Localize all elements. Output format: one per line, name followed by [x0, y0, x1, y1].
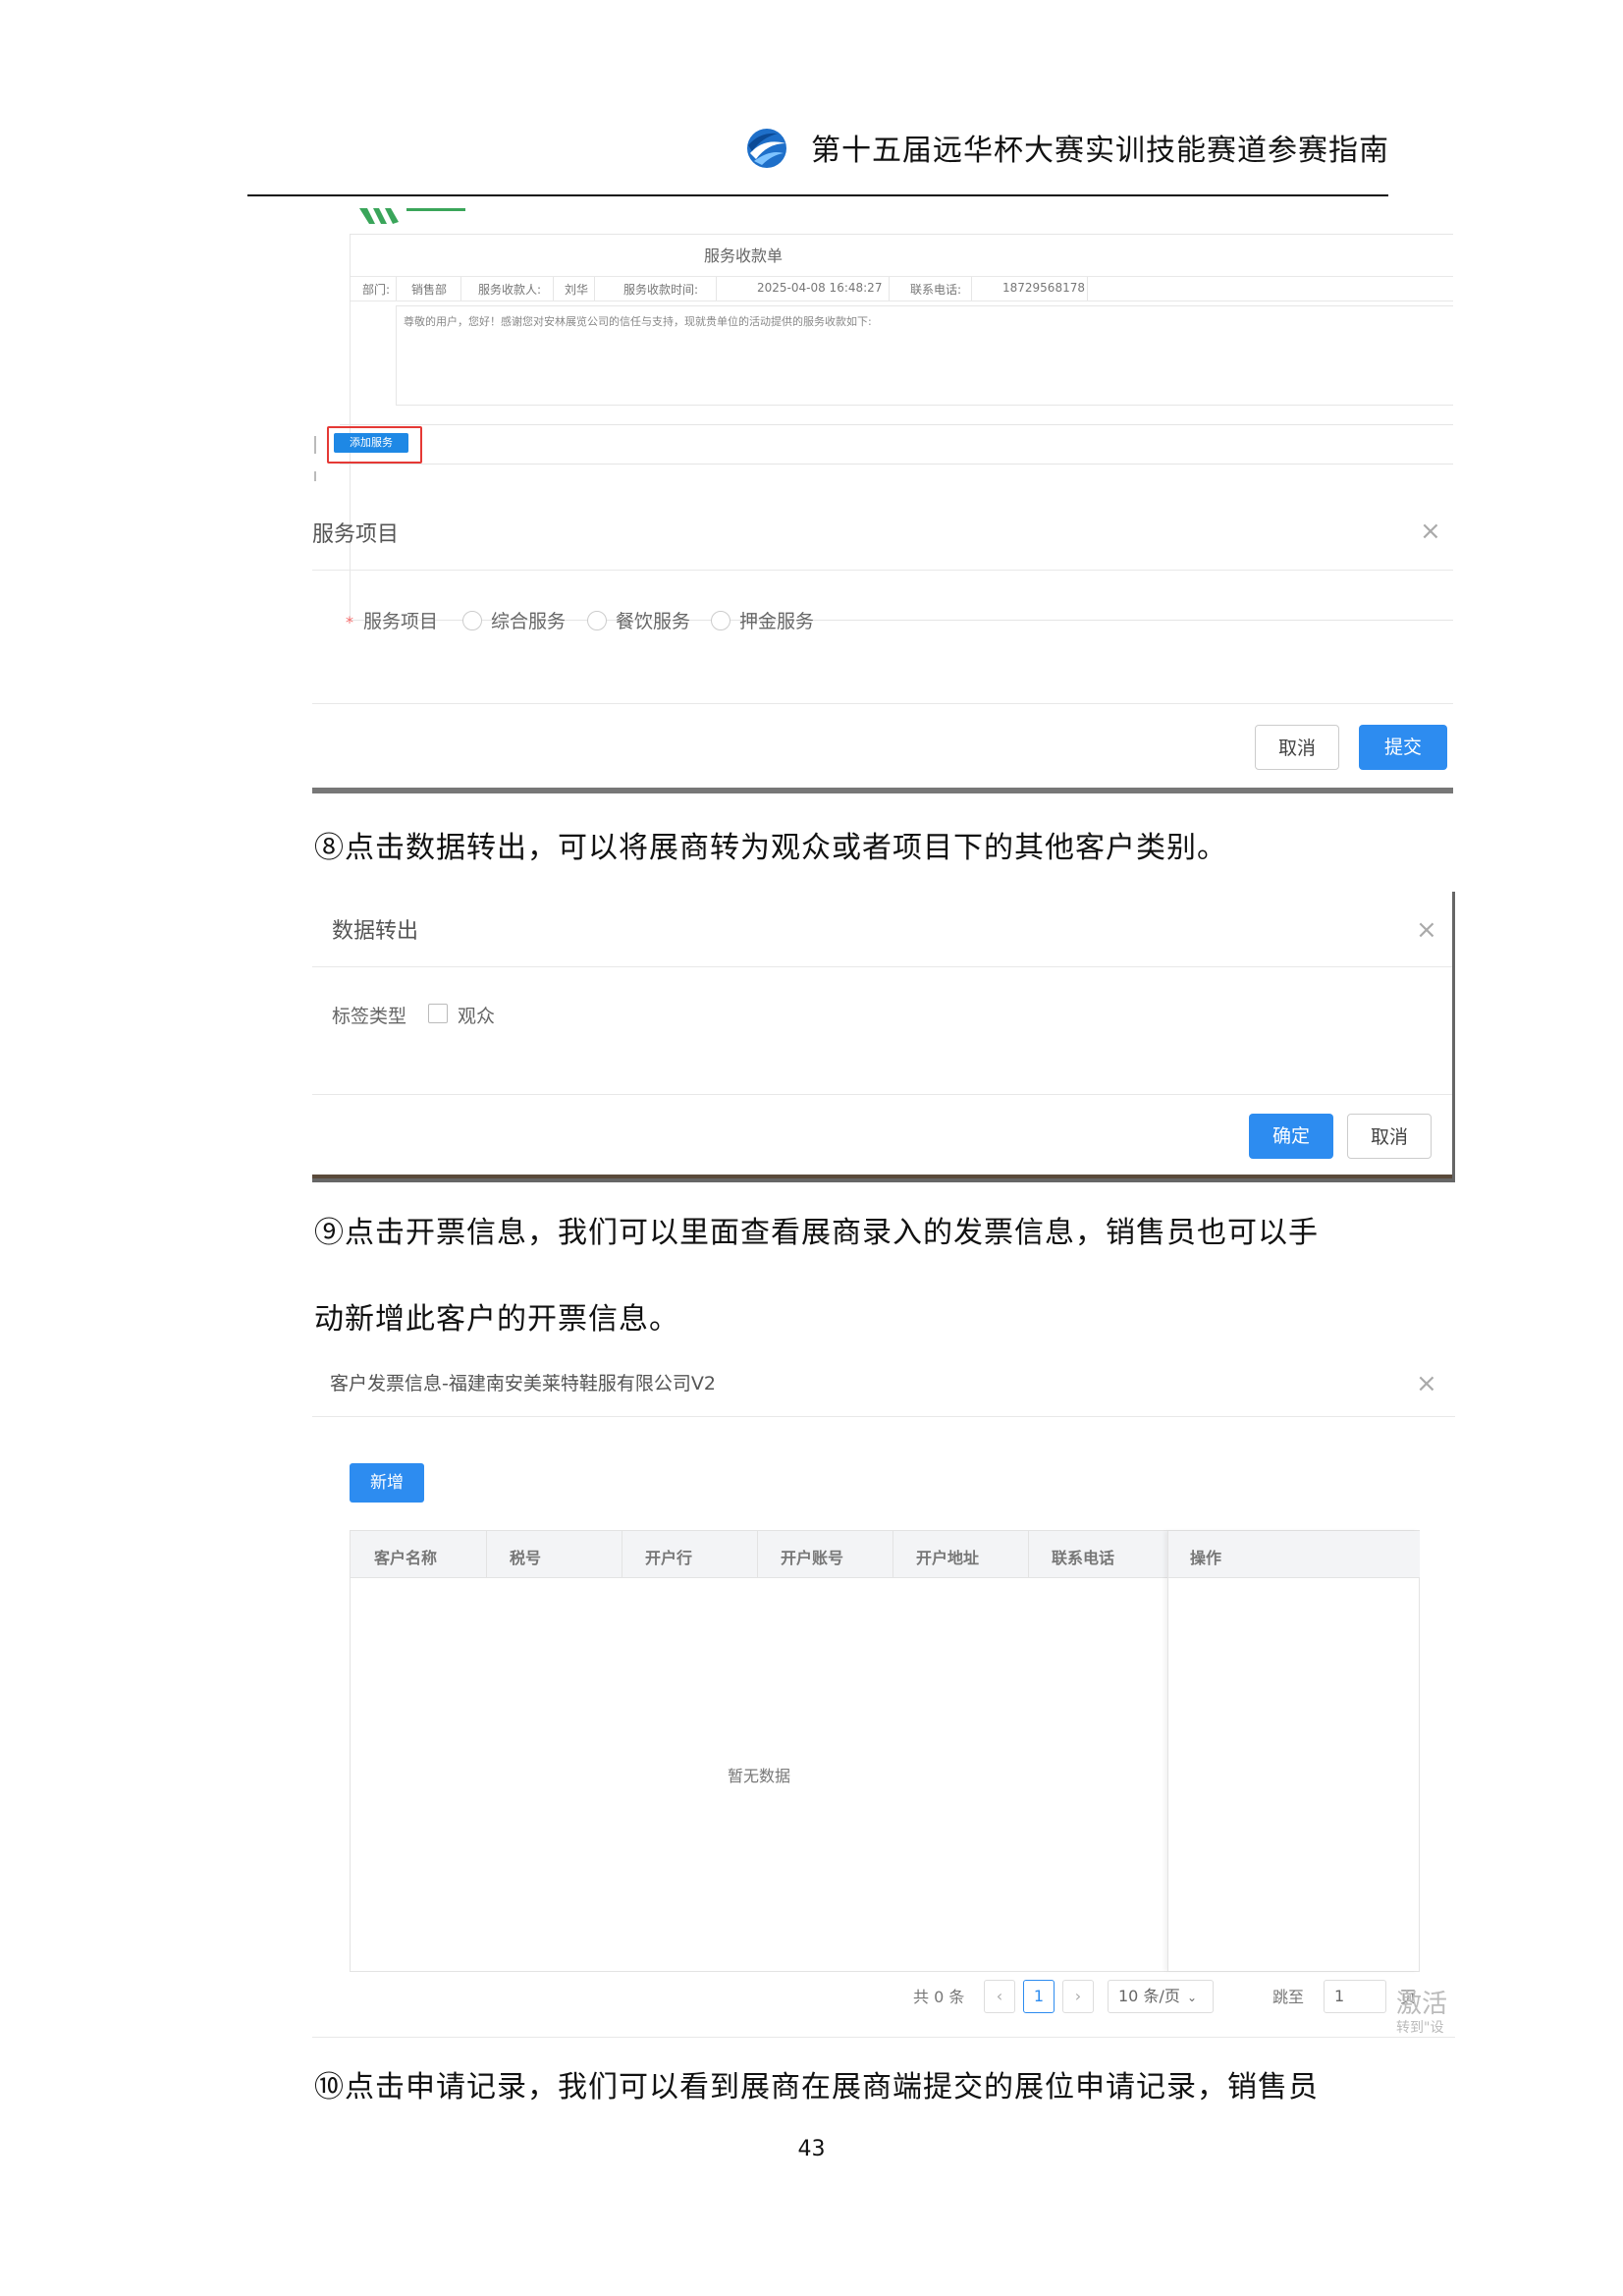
divider — [312, 2037, 1455, 2038]
activation-watermark-sub: 转到"设 — [1396, 2020, 1444, 2036]
phone-value: 18729568178 — [1002, 281, 1085, 295]
service-item-label: 服务项目 — [363, 611, 439, 632]
empty-state: 暂无数据 — [727, 1767, 790, 1785]
page-1-button[interactable]: 1 — [1023, 1980, 1055, 2013]
radio-label: 餐饮服务 — [616, 611, 691, 632]
next-page-button[interactable]: › — [1062, 1980, 1094, 2013]
green-logo-fragment-icon — [359, 208, 465, 224]
close-icon[interactable]: × — [1420, 519, 1441, 544]
tag-type-label: 标签类型 — [332, 1006, 407, 1027]
divider — [312, 1094, 1452, 1095]
time-value: 2025-04-08 16:48:27 — [757, 281, 883, 295]
col-account: 开户账号 — [781, 1549, 844, 1567]
step-9-text-line1: ⑨点击开票信息，我们可以里面查看展商录入的发票信息，销售员也可以手 — [314, 1216, 1319, 1250]
chevron-down-icon: ⌄ — [1186, 1991, 1197, 2004]
prev-page-button[interactable]: ‹ — [984, 1980, 1015, 2013]
radio-comprehensive[interactable] — [462, 611, 482, 630]
receipt-form: 服务收款单 部门: 销售部 服务收款人: 刘华 服务收款时间: 2025-04-… — [350, 234, 1453, 621]
close-icon[interactable]: × — [1416, 917, 1437, 943]
page-size-value: 10 条/页 — [1118, 1987, 1180, 2005]
receipt-info-row: 部门: 销售部 服务收款人: 刘华 服务收款时间: 2025-04-08 16:… — [351, 276, 1453, 301]
step-8-text: ⑧点击数据转出，可以将展商转为观众或者项目下的其他客户类别。 — [314, 831, 1227, 865]
screenshot-border — [312, 788, 1453, 793]
col-bank: 开户行 — [645, 1549, 693, 1567]
receipt-title: 服务收款单 — [703, 246, 783, 265]
cancel-button[interactable]: 取消 — [1347, 1114, 1432, 1159]
service-receipt-screenshot: 服务收款单 部门: 销售部 服务收款人: 刘华 服务收款时间: 2025-04-… — [312, 204, 1453, 793]
cancel-button[interactable]: 取消 — [1255, 725, 1339, 770]
header-rule — [247, 194, 1388, 196]
radio-catering[interactable] — [587, 611, 607, 630]
divider — [312, 1416, 1455, 1417]
page-number: 43 — [797, 2137, 826, 2161]
col-operation: 操作 — [1190, 1549, 1222, 1567]
payee-label: 服务收款人: — [478, 283, 542, 297]
table-header: 客户名称 税号 开户行 开户账号 开户地址 联系电话 — [351, 1531, 1167, 1578]
service-dialog-title: 服务项目 — [312, 522, 400, 547]
invoice-table: 客户名称 税号 开户行 开户账号 开户地址 联系电话 暂无数据 操作 — [350, 1530, 1420, 1972]
close-icon[interactable]: × — [1416, 1371, 1437, 1396]
col-customer-name: 客户名称 — [374, 1549, 438, 1567]
divider — [340, 464, 1453, 465]
divider — [312, 703, 1453, 704]
background-strip — [312, 1175, 1452, 1178]
operation-column: 操作 — [1167, 1531, 1420, 1971]
col-phone: 联系电话 — [1052, 1549, 1115, 1567]
step-9-text-line2: 动新增此客户的开票信息。 — [314, 1302, 679, 1337]
radio-label: 综合服务 — [491, 611, 567, 632]
audience-checkbox[interactable] — [428, 1004, 448, 1023]
activation-watermark: 激活 — [1396, 1990, 1448, 2019]
jump-label: 跳至 — [1272, 1988, 1305, 2006]
add-service-button[interactable]: 添加服务 — [334, 433, 408, 453]
col-tax-number: 税号 — [510, 1549, 542, 1567]
divider — [312, 570, 1453, 571]
page-size-select[interactable]: 10 条/页 ⌄ — [1108, 1980, 1214, 2013]
col-address: 开户地址 — [916, 1549, 980, 1567]
left-edge-mark — [314, 471, 316, 481]
receipt-note: 尊敬的用户，您好！感谢您对安林展览公司的信任与支持，现就贵单位的活动提供的服务收… — [404, 315, 872, 328]
dialog-title: 客户发票信息-福建南安美莱特鞋服有限公司V2 — [330, 1373, 716, 1394]
radio-label: 押金服务 — [739, 611, 815, 632]
phone-label: 联系电话: — [910, 283, 962, 297]
jump-page-input[interactable]: 1 — [1324, 1980, 1386, 2013]
add-invoice-button[interactable]: 新增 — [350, 1463, 424, 1503]
audience-label: 观众 — [458, 1006, 496, 1027]
invoice-info-screenshot: 客户发票信息-福建南安美莱特鞋服有限公司V2 × 新增 客户名称 税号 开户行 … — [312, 1355, 1455, 2039]
divider — [340, 424, 1453, 425]
contest-logo-icon — [747, 129, 786, 168]
left-edge-mark — [314, 436, 316, 454]
page-header-title: 第十五届远华杯大赛实训技能赛道参赛指南 — [811, 134, 1389, 168]
operation-header: 操作 — [1168, 1531, 1420, 1578]
submit-button[interactable]: 提交 — [1359, 725, 1447, 770]
dialog-title: 数据转出 — [332, 919, 419, 944]
time-label: 服务收款时间: — [623, 283, 699, 297]
payee-value: 刘华 — [565, 283, 589, 297]
total-count: 共 0 条 — [913, 1988, 965, 2006]
step-10-text: ⑩点击申请记录，我们可以看到展商在展商端提交的展位申请记录，销售员 — [314, 2070, 1319, 2105]
required-mark: * — [346, 613, 353, 631]
dept-value: 销售部 — [411, 283, 448, 297]
data-transfer-screenshot: 数据转出 × 标签类型 观众 确定 取消 — [312, 892, 1455, 1182]
divider — [312, 966, 1452, 967]
radio-deposit[interactable] — [711, 611, 730, 630]
confirm-button[interactable]: 确定 — [1249, 1114, 1333, 1159]
dept-label: 部门: — [362, 283, 391, 297]
